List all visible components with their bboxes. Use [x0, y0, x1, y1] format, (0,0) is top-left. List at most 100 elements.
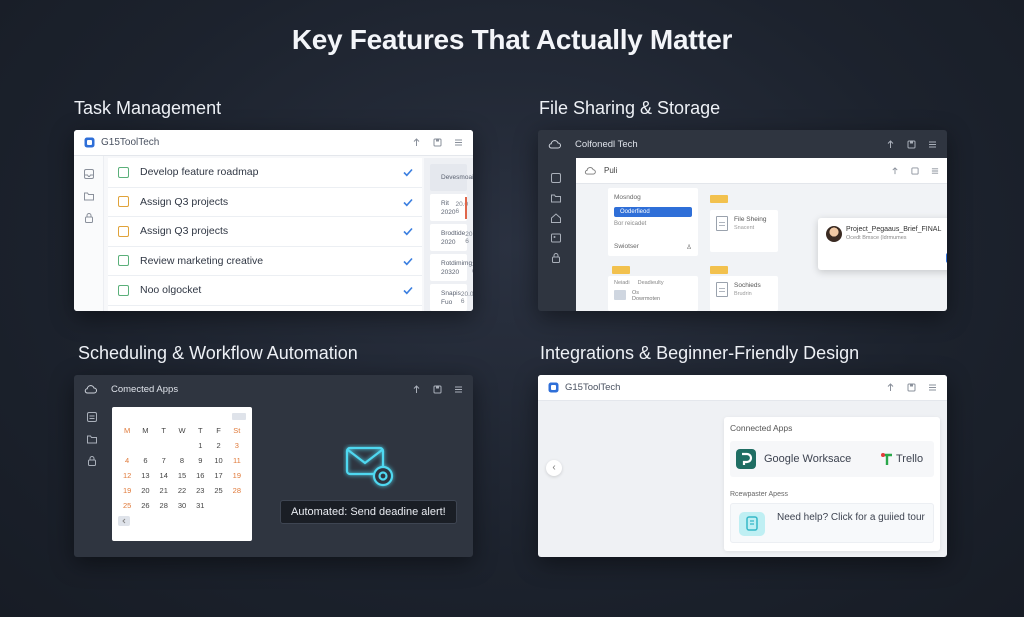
calendar-day[interactable]: 19 [228, 470, 246, 482]
check-icon[interactable] [402, 166, 414, 178]
calendar-day[interactable]: 1 [191, 440, 209, 452]
folder-icon[interactable] [612, 266, 630, 274]
menu-icon[interactable] [928, 140, 937, 149]
calendar-day[interactable]: 20 [136, 485, 154, 497]
calendar-day[interactable]: 28 [155, 500, 173, 512]
task-checkbox[interactable] [118, 284, 129, 296]
check-icon[interactable] [402, 225, 414, 237]
save-icon[interactable] [433, 385, 442, 394]
folder-selected[interactable]: Ooderfieod [614, 207, 692, 217]
activity-item[interactable]: Rit 2020 20.0 6 [430, 194, 468, 221]
calendar-day[interactable]: 2 [209, 440, 227, 452]
lock-icon[interactable] [83, 212, 95, 224]
menu-icon[interactable] [931, 167, 939, 175]
calendar-day[interactable]: 19 [118, 485, 136, 497]
calendar-day[interactable]: 14 [155, 470, 173, 482]
calendar-day[interactable]: 26 [136, 500, 154, 512]
menu-icon[interactable] [928, 383, 937, 392]
menu-icon[interactable] [454, 138, 463, 147]
calendar-day[interactable]: 25 [118, 500, 136, 512]
menu-icon[interactable] [454, 385, 463, 394]
activity-item[interactable]: Snapis Fuo 20.0 6 [430, 284, 473, 311]
task-checkbox[interactable] [118, 255, 129, 267]
lock-icon[interactable] [550, 252, 562, 264]
folder-icon[interactable] [86, 433, 98, 445]
google-workspace-icon[interactable] [736, 449, 756, 469]
file-card[interactable]: Sochieds Brudrin [710, 276, 778, 311]
trello-icon[interactable] [880, 451, 894, 467]
trello-label[interactable]: Trello [896, 453, 923, 465]
calendar-day[interactable]: 12 [118, 470, 136, 482]
task-checkbox[interactable] [118, 225, 129, 237]
calendar-prev-button[interactable] [118, 516, 130, 526]
calendar-day[interactable]: 8 [173, 455, 191, 467]
calendar-day[interactable]: 9 [191, 455, 209, 467]
upload-icon[interactable] [412, 138, 421, 147]
calendar-day[interactable]: 13 [136, 470, 154, 482]
upload-icon[interactable] [891, 166, 899, 175]
google-workspace-label[interactable]: Google Worksace [764, 453, 851, 465]
inbox-icon[interactable] [86, 411, 98, 423]
folder-item[interactable]: Bor reicadet [614, 221, 692, 227]
task-row[interactable]: Noo olgocket [108, 276, 422, 306]
calendar-day[interactable]: 25 [209, 485, 227, 497]
send-button[interactable] [946, 253, 947, 263]
chevron-left-icon[interactable]: ‹ [546, 460, 562, 476]
calendar-day[interactable]: 23 [191, 485, 209, 497]
folder-icon[interactable] [710, 266, 728, 274]
task-checkbox[interactable] [118, 196, 129, 208]
folder-icon[interactable] [710, 195, 728, 203]
cloud-icon [548, 139, 561, 149]
check-icon[interactable] [402, 284, 414, 296]
task-row[interactable]: Develop feature roadmap [108, 158, 422, 188]
upload-icon[interactable] [886, 383, 895, 392]
task-checkbox[interactable] [118, 166, 129, 178]
weekday-header: T [161, 426, 166, 435]
inbox-icon[interactable] [83, 168, 95, 180]
calendar-day[interactable]: 16 [191, 470, 209, 482]
activity-item[interactable]: Devesmoaily0.0 [430, 164, 473, 191]
file-card[interactable]: Neiadi Deadieulty Os Dowrmoten [608, 276, 698, 311]
calendar-day[interactable]: 15 [173, 470, 191, 482]
share-popup[interactable]: Project_Pegaaus_Brief_FINAL Ocedt Bmsce … [818, 218, 947, 270]
upload-icon[interactable] [412, 384, 421, 394]
calendar-day[interactable]: 22 [173, 485, 191, 497]
check-icon[interactable] [402, 196, 414, 208]
calendar-day[interactable]: 31 [191, 500, 209, 512]
calendar-day[interactable]: 30 [173, 500, 191, 512]
calendar-day[interactable]: 17 [209, 470, 227, 482]
calendar-day[interactable]: 21 [155, 485, 173, 497]
calendar-day[interactable]: 7 [155, 455, 173, 467]
home-icon[interactable] [550, 212, 562, 224]
calendar-day [155, 440, 173, 452]
task-row[interactable]: Assign Q3 projects [108, 217, 422, 247]
activity-item[interactable]: Brodtide2020 20.0 6 [430, 224, 473, 251]
upload-icon[interactable] [886, 139, 895, 149]
file-meta: Snacent [734, 225, 755, 231]
save-icon[interactable] [911, 166, 919, 175]
calendar-day[interactable]: 6 [136, 455, 154, 467]
calendar-day[interactable]: 3 [228, 440, 246, 452]
lock-icon[interactable] [86, 455, 98, 467]
task-row[interactable]: Review marketing creative [108, 247, 422, 276]
calendar-nav-button[interactable] [232, 413, 246, 420]
folder-icon[interactable] [550, 192, 562, 204]
inbox-icon[interactable] [550, 172, 562, 184]
cloud-icon [84, 384, 97, 394]
save-icon[interactable] [907, 383, 916, 392]
guided-tour-card[interactable]: Need help? Click for a guiied tour [730, 503, 934, 543]
image-icon[interactable] [550, 232, 562, 244]
task-row[interactable]: Assign Q3 projects [108, 188, 422, 217]
calendar-day[interactable]: 11 [228, 455, 246, 467]
calendar-day[interactable]: 10 [209, 455, 227, 467]
activity-item[interactable]: Rotdimimg20320 20.0 6 [430, 254, 473, 281]
switch-row[interactable]: Swiotser ♙ [608, 240, 698, 256]
save-icon[interactable] [433, 138, 442, 147]
calendar-day[interactable]: 4 [118, 455, 136, 467]
folder-icon[interactable] [83, 190, 95, 202]
save-icon[interactable] [907, 140, 916, 149]
section-title-schedule: Scheduling & Workflow Automation [78, 343, 358, 363]
calendar-day[interactable]: 28 [228, 485, 246, 497]
check-icon[interactable] [402, 255, 414, 267]
file-card[interactable]: File Sheing Snacent [710, 210, 778, 252]
